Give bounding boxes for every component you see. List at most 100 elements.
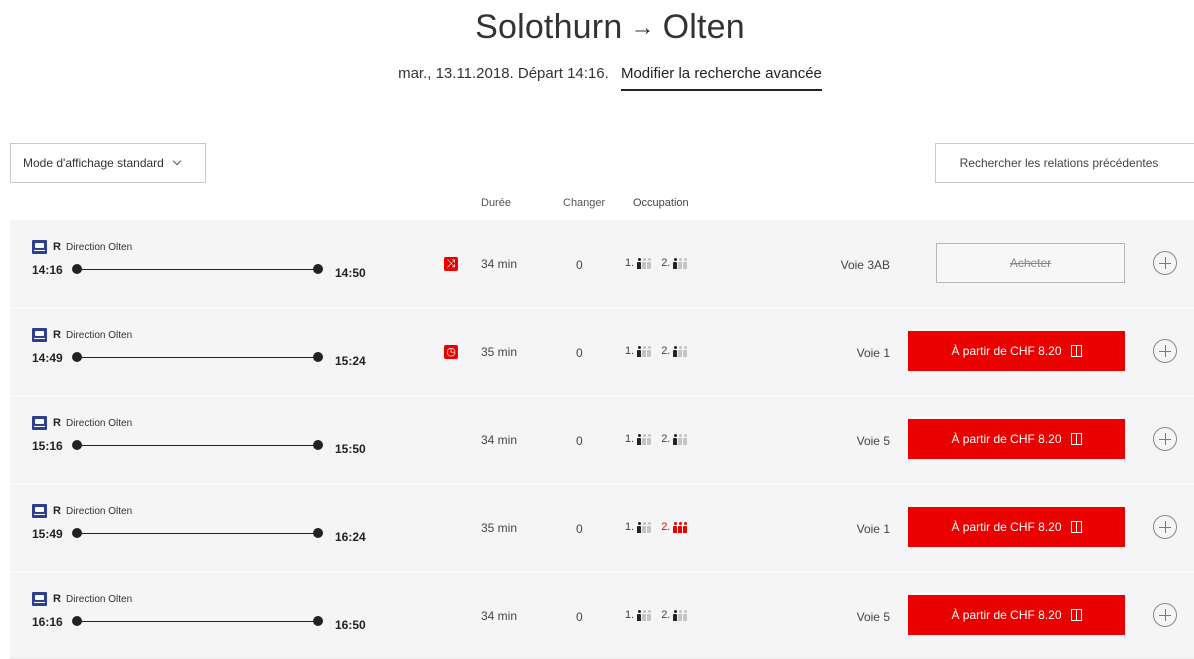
platform: Voie 5	[856, 610, 890, 624]
train-icon	[32, 328, 47, 342]
changes-count: 0	[576, 522, 583, 536]
route-change-icon[interactable]: ⤨	[444, 257, 458, 271]
display-mode-select[interactable]: Mode d'affichage standard	[10, 143, 206, 183]
person-icon	[642, 346, 647, 357]
person-icon	[637, 522, 642, 533]
connection-row[interactable]: R Direction Olten 15:49 16:24 35 min 0 1. 2. Voi…	[10, 484, 1194, 571]
origin-station: Solothurn	[475, 8, 623, 46]
ticket-icon	[1070, 521, 1082, 533]
buy-ticket-button[interactable]: À partir de CHF 8.20	[908, 507, 1125, 547]
departure-time: 15:49	[32, 527, 63, 541]
display-mode-label: Mode d'affichage standard	[23, 156, 164, 170]
second-class-label: 2.	[661, 521, 671, 533]
buy-ticket-button-disabled[interactable]: Acheter	[936, 243, 1125, 283]
arrival-time: 15:24	[335, 354, 366, 368]
expand-plus-icon[interactable]	[1153, 515, 1177, 539]
first-class-occupancy-icon	[637, 610, 652, 621]
journey-line	[74, 445, 318, 446]
expand-plus-icon[interactable]	[1153, 603, 1177, 627]
train-icon	[32, 592, 47, 606]
changes-count: 0	[576, 610, 583, 624]
departure-time: 16:16	[32, 615, 63, 629]
arrival-time: 16:24	[335, 530, 366, 544]
arrival-dot	[313, 440, 323, 450]
arrival-time: 15:50	[335, 442, 366, 456]
expand-plus-icon[interactable]	[1153, 251, 1177, 275]
person-icon	[678, 434, 683, 445]
occupancy-indicator: 1. 2.	[625, 433, 688, 445]
arrival-dot	[313, 616, 323, 626]
page-title: Solothurn → Olten	[0, 8, 1194, 47]
previous-connections-button[interactable]: Rechercher les relations précédentes	[935, 143, 1194, 183]
expand-plus-icon[interactable]	[1153, 427, 1177, 451]
person-icon	[642, 434, 647, 445]
first-class-label: 1.	[625, 345, 635, 357]
arrival-dot	[313, 264, 323, 274]
duration: 34 min	[481, 257, 518, 271]
person-icon	[683, 346, 688, 357]
departure-time: 14:49	[32, 351, 63, 365]
buy-ticket-label: À partir de CHF 8.20	[951, 432, 1062, 446]
column-header-occupation: Occupation	[633, 197, 689, 209]
person-icon	[683, 610, 688, 621]
buy-ticket-label: À partir de CHF 8.20	[951, 520, 1062, 534]
occupancy-indicator: 1. 2.	[625, 609, 688, 621]
person-icon	[678, 610, 683, 621]
second-class-label: 2.	[661, 257, 671, 269]
person-icon	[637, 434, 642, 445]
occupancy-indicator: 1. 2.	[625, 257, 688, 269]
person-icon	[642, 610, 647, 621]
train-direction: Direction Olten	[66, 506, 133, 517]
platform: Voie 1	[856, 346, 890, 360]
buy-ticket-button[interactable]: À partir de CHF 8.20	[908, 419, 1125, 459]
person-icon	[683, 434, 688, 445]
person-icon	[637, 610, 642, 621]
person-icon	[647, 434, 652, 445]
journey-line	[74, 621, 318, 622]
train-icon	[32, 504, 47, 518]
person-icon	[642, 258, 647, 269]
person-icon	[678, 522, 683, 533]
destination-station: Olten	[662, 8, 745, 46]
person-icon	[642, 522, 647, 533]
first-class-occupancy-icon	[637, 434, 652, 445]
person-icon	[673, 522, 678, 533]
journey-line	[74, 533, 318, 534]
journey-line	[74, 269, 318, 270]
person-icon	[647, 346, 652, 357]
train-direction: Direction Olten	[66, 418, 133, 429]
duration: 35 min	[481, 345, 518, 359]
second-class-occupancy-icon	[673, 258, 688, 269]
person-icon	[683, 522, 688, 533]
buy-ticket-button[interactable]: À partir de CHF 8.20	[908, 331, 1125, 371]
ticket-icon	[1070, 433, 1082, 445]
train-icon	[32, 416, 47, 430]
arrival-time: 16:50	[335, 618, 366, 632]
duration: 34 min	[481, 609, 518, 623]
expand-plus-icon[interactable]	[1153, 339, 1177, 363]
second-class-label: 2.	[661, 433, 671, 445]
train-direction: Direction Olten	[66, 330, 133, 341]
connection-row[interactable]: R Direction Olten 16:16 16:50 34 min 0 1. 2. Voi…	[10, 572, 1194, 659]
journey-line	[74, 357, 318, 358]
ticket-icon	[1070, 609, 1082, 621]
connection-row[interactable]: R Direction Olten 14:16 14:50 ⤨ 34 min 0 1. 2. Vo…	[10, 220, 1194, 307]
connection-row[interactable]: R Direction Olten 14:49 15:24 ◷ 35 min 0 1. 2. Vo…	[10, 308, 1194, 395]
person-icon	[637, 346, 642, 357]
person-icon	[678, 258, 683, 269]
arrival-dot	[313, 528, 323, 538]
buy-ticket-button[interactable]: À partir de CHF 8.20	[908, 595, 1125, 635]
train-category: R	[53, 417, 61, 429]
second-class-occupancy-icon	[673, 610, 688, 621]
column-header-duration: Durée	[481, 197, 511, 209]
clock-icon[interactable]: ◷	[444, 345, 458, 359]
duration: 34 min	[481, 433, 518, 447]
modify-search-link[interactable]: Modifier la recherche avancée	[620, 65, 822, 91]
connection-row[interactable]: R Direction Olten 15:16 15:50 34 min 0 1. 2. Voi…	[10, 396, 1194, 483]
occupancy-indicator: 1. 2.	[625, 345, 688, 357]
platform: Voie 3AB	[840, 258, 890, 272]
first-class-label: 1.	[625, 257, 635, 269]
platform: Voie 1	[856, 522, 890, 536]
second-class-occupancy-icon	[673, 522, 688, 533]
first-class-occupancy-icon	[637, 346, 652, 357]
